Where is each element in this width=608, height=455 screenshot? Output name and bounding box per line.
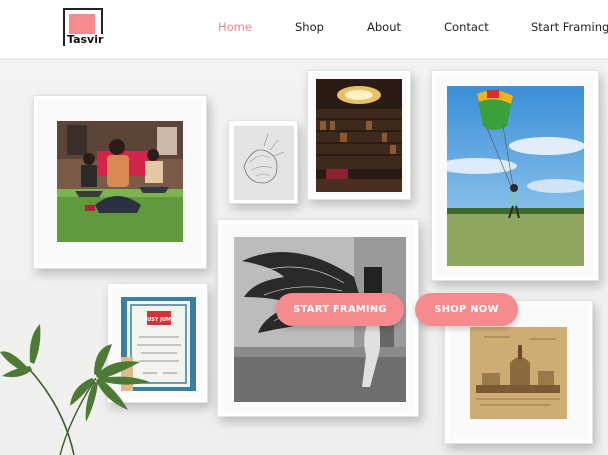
frame-sketch[interactable] [228,120,298,204]
site-header: Tasvir Home Shop About Contact Start Fra… [0,0,608,58]
nav-contact[interactable]: Contact [444,20,489,34]
photo-sketch [234,126,294,200]
main-nav: Home Shop About Contact Start Framing [0,20,608,38]
photo-paraglider [447,86,584,266]
frame-meditation[interactable] [33,95,207,269]
photo-sepia [470,327,567,419]
shop-now-button[interactable]: SHOP NOW [415,293,518,326]
nav-home[interactable]: Home [218,20,252,34]
nav-about[interactable]: About [367,20,401,34]
start-framing-button[interactable]: START FRAMING [276,293,404,326]
photo-library [316,79,402,192]
nav-shop[interactable]: Shop [295,20,324,34]
nav-start-framing[interactable]: Start Framing [531,20,608,34]
plant-decoration [0,324,150,455]
photo-meditation [57,121,183,242]
frame-library[interactable] [307,70,411,200]
frame-paraglider[interactable] [431,70,599,281]
